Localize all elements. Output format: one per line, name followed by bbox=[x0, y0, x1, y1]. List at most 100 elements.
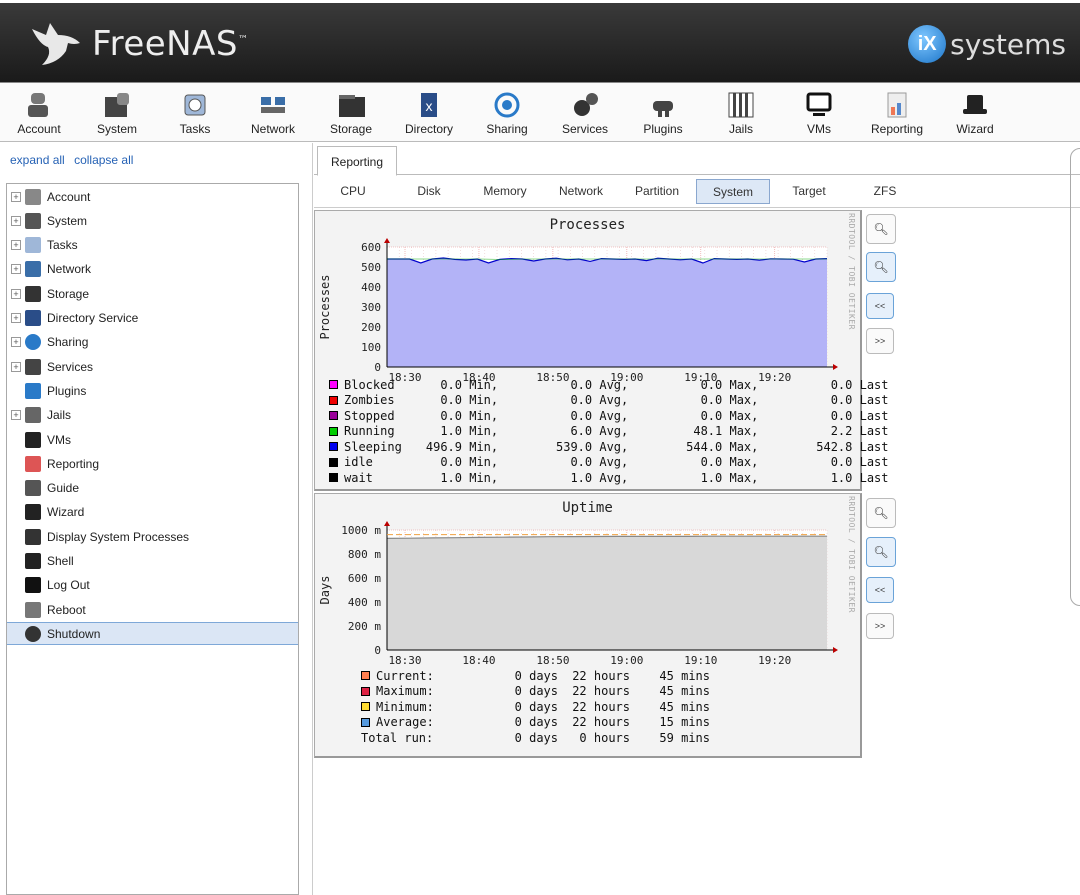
sidebar-item-guide[interactable]: +Guide bbox=[7, 477, 298, 500]
ixsystems-logo[interactable]: iX systems bbox=[908, 25, 1066, 63]
legend-name: Running bbox=[344, 424, 395, 439]
subtab-zfs[interactable]: ZFS bbox=[848, 179, 922, 204]
next-button[interactable]: >> bbox=[866, 613, 894, 639]
legend-name: wait bbox=[344, 470, 373, 485]
expand-toggle-icon[interactable]: + bbox=[11, 240, 21, 251]
subtab-memory[interactable]: Memory bbox=[468, 179, 542, 204]
series-area bbox=[387, 258, 827, 367]
legend-unit: Max, bbox=[722, 424, 759, 439]
sidebar-item-wizard[interactable]: +Wizard bbox=[7, 501, 298, 524]
subtab-target[interactable]: Target bbox=[772, 179, 846, 204]
sidebar-item-plugins[interactable]: +Plugins bbox=[7, 379, 298, 402]
toolbar-label: Directory bbox=[404, 122, 453, 136]
legend-avg: 1.0 bbox=[570, 470, 593, 485]
legend-unit: Last bbox=[852, 439, 889, 454]
sidebar-item-reboot[interactable]: +Reboot bbox=[7, 598, 298, 621]
sidebar-item-services[interactable]: + Services bbox=[7, 355, 298, 378]
legend-total-row: Total run: 0 days 0 hours 59 mins bbox=[361, 730, 710, 746]
sidebar-item-directory-service[interactable]: + Directory Service bbox=[7, 307, 298, 330]
legend-max: 1.0 bbox=[700, 470, 723, 485]
legend-swatch bbox=[329, 380, 338, 390]
toolbar-network-button[interactable]: Network bbox=[234, 87, 312, 136]
expand-toggle-icon[interactable]: + bbox=[11, 288, 21, 299]
toolbar-system-button[interactable]: System bbox=[78, 87, 156, 136]
x-tick-label: 18:50 bbox=[536, 654, 569, 667]
toolbar-wizard-button[interactable]: Wizard bbox=[936, 87, 1014, 136]
zoom-out-button[interactable]: 🔍︎ bbox=[866, 252, 896, 282]
y-axis-arrow bbox=[384, 521, 390, 526]
y-tick-label: 300 bbox=[361, 301, 381, 314]
subtab-partition[interactable]: Partition bbox=[620, 179, 694, 204]
toolbar-plugins-button[interactable]: Plugins bbox=[624, 87, 702, 136]
processes-legend: Blocked 0.0 Min, 0.0 Avg, 0.0 Max, 0.0 Last Z… bbox=[329, 377, 889, 486]
legend-last: 1.0 bbox=[830, 470, 853, 485]
legend-avg: 0.0 bbox=[570, 377, 593, 392]
sidebar-item-vms[interactable]: +VMs bbox=[7, 428, 298, 451]
zoom-out-button[interactable]: 🔍︎ bbox=[866, 537, 896, 567]
zoom-out-icon: 🔍︎ bbox=[873, 545, 889, 559]
subtab-network[interactable]: Network bbox=[544, 179, 618, 204]
expand-toggle-icon[interactable]: + bbox=[11, 191, 21, 202]
sidebar-item-shutdown[interactable]: +Shutdown bbox=[7, 622, 298, 646]
legend-last: 0.0 bbox=[830, 377, 853, 392]
toolbar-vms-button[interactable]: VMs bbox=[780, 87, 858, 136]
services-icon bbox=[574, 93, 598, 116]
sidebar-item-network[interactable]: + Network bbox=[7, 258, 298, 281]
sidebar-item-shell[interactable]: +Shell bbox=[7, 550, 298, 573]
y-tick-label: 200 m bbox=[348, 620, 381, 633]
subtab-cpu[interactable]: CPU bbox=[316, 179, 390, 204]
sidebar-item-label: Storage bbox=[47, 286, 90, 301]
sidebar-item-display-system-processes[interactable]: +Display System Processes bbox=[7, 525, 298, 548]
sidebar-item-tasks[interactable]: + Tasks bbox=[7, 234, 298, 257]
sidebar-item-system[interactable]: + System bbox=[7, 209, 298, 232]
toolbar-label: Sharing bbox=[486, 122, 528, 136]
freenas-logo[interactable]: FreeNAS™ bbox=[28, 19, 248, 69]
sidebar-item-log-out[interactable]: +Log Out bbox=[7, 574, 298, 597]
zoom-in-button[interactable]: 🔍︎ bbox=[866, 498, 896, 528]
sidebar-item-jails[interactable]: + Jails bbox=[7, 404, 298, 427]
tasks-icon bbox=[25, 237, 41, 254]
toolbar-reporting-button[interactable]: Reporting bbox=[858, 87, 936, 136]
sidebar-item-reporting[interactable]: +Reporting bbox=[7, 452, 298, 475]
sidebar-item-storage[interactable]: + Storage bbox=[7, 282, 298, 305]
sidebar-item-label: Guide bbox=[47, 481, 80, 496]
tab-reporting[interactable]: Reporting bbox=[317, 146, 397, 176]
previous-button[interactable]: << bbox=[866, 293, 894, 319]
legend-hours: 22 hours bbox=[572, 684, 630, 699]
app-header: FreeNAS™ iX systems bbox=[0, 0, 1080, 82]
expand-toggle-icon[interactable]: + bbox=[11, 313, 21, 323]
directory-icon: x bbox=[421, 93, 437, 117]
expand-toggle-icon[interactable]: + bbox=[11, 361, 21, 372]
toolbar-sharing-button[interactable]: Sharing bbox=[468, 87, 546, 136]
toolbar-tasks-button[interactable]: Tasks bbox=[156, 87, 234, 136]
system-icon bbox=[25, 212, 41, 229]
legend-unit: Min, bbox=[462, 424, 499, 439]
legend-hours: 22 hours bbox=[572, 668, 630, 683]
expand-toggle-icon[interactable]: + bbox=[11, 410, 21, 421]
subtab-disk[interactable]: Disk bbox=[392, 179, 466, 204]
legend-name: idle bbox=[344, 455, 373, 470]
sharing-icon bbox=[494, 92, 520, 118]
toolbar-storage-button[interactable]: Storage bbox=[312, 87, 390, 136]
sidebar-item-account[interactable]: + Account bbox=[7, 185, 298, 208]
toolbar-services-button[interactable]: Services bbox=[546, 87, 624, 136]
zoom-in-button[interactable]: 🔍︎ bbox=[866, 214, 896, 244]
y-tick-label: 0 bbox=[374, 644, 381, 657]
toolbar-label: Wizard bbox=[956, 122, 994, 136]
toolbar-account-button[interactable]: Account bbox=[0, 87, 78, 136]
previous-button[interactable]: << bbox=[866, 577, 894, 603]
legend-unit: Max, bbox=[722, 455, 759, 470]
subtab-system[interactable]: System bbox=[696, 179, 770, 204]
legend-unit: Max, bbox=[722, 377, 759, 392]
toolbar-jails-button[interactable]: Jails bbox=[702, 87, 780, 136]
toolbar-directory-button[interactable]: x Directory bbox=[390, 87, 468, 136]
expand-toggle-icon[interactable]: + bbox=[11, 215, 21, 226]
legend-total-name: Total run: bbox=[361, 730, 434, 745]
collapse-all-link[interactable]: collapse all bbox=[74, 153, 133, 167]
expand-toggle-icon[interactable]: + bbox=[11, 337, 21, 348]
sidebar-item-label: Display System Processes bbox=[47, 529, 190, 544]
sidebar-item-sharing[interactable]: + Sharing bbox=[7, 331, 298, 354]
expand-toggle-icon[interactable]: + bbox=[11, 264, 21, 275]
expand-all-link[interactable]: expand all bbox=[10, 153, 65, 167]
next-button[interactable]: >> bbox=[866, 328, 894, 354]
